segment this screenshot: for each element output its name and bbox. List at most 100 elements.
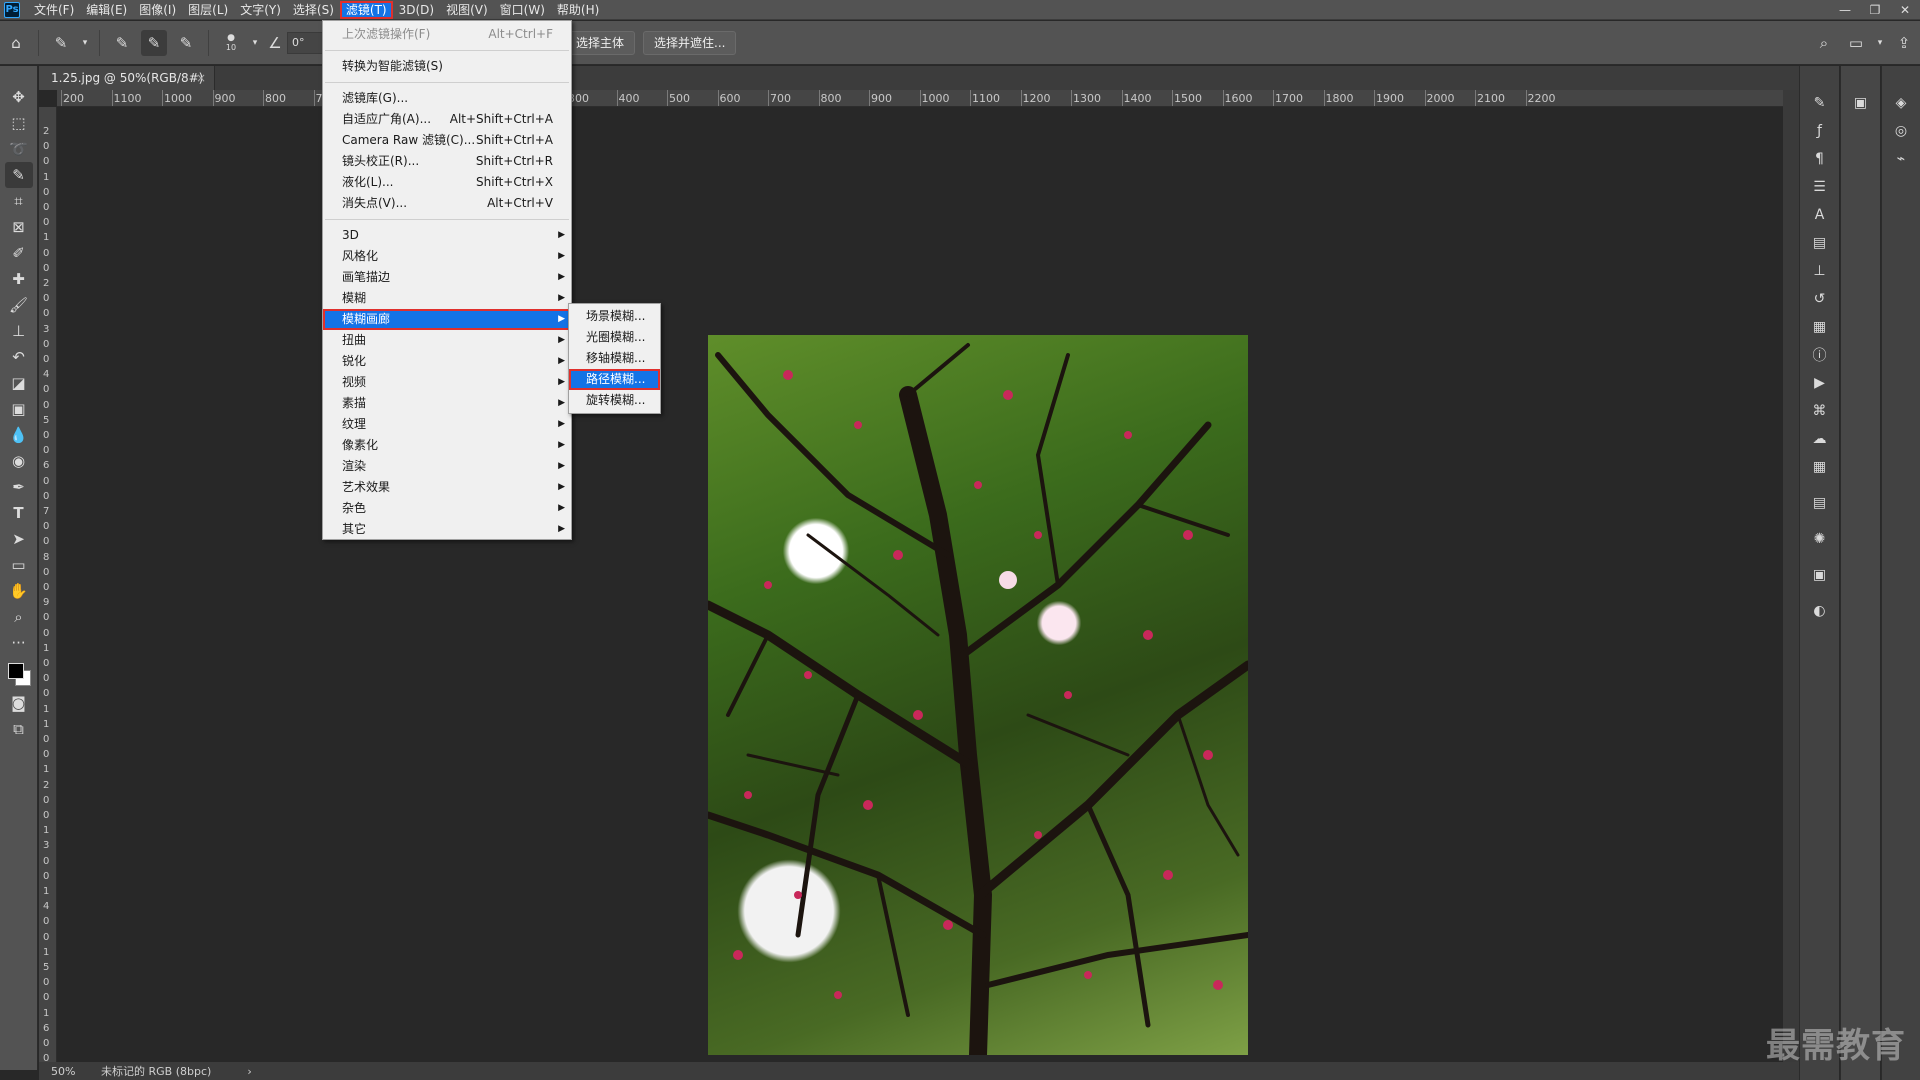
paragraph-icon[interactable]: ¶	[1807, 146, 1833, 172]
chevron-down-icon[interactable]: ▾	[1875, 30, 1885, 56]
pen-tool-icon[interactable]: ✒	[5, 474, 33, 500]
clone-source-icon[interactable]: ⊥	[1807, 258, 1833, 284]
glyphs-icon[interactable]: ▤	[1807, 230, 1833, 256]
menu-item-brush-strokes[interactable]: 画笔描边 ▶	[323, 267, 571, 288]
chevron-down-icon[interactable]: ▾	[80, 30, 90, 56]
hand-tool-icon[interactable]: ✋	[5, 578, 33, 604]
type-tool-icon[interactable]: T	[5, 500, 33, 526]
path-selection-tool-icon[interactable]: ➤	[5, 526, 33, 552]
menu-item-artistic[interactable]: 艺术效果 ▶	[323, 477, 571, 498]
brush-tool-icon[interactable]: 🖌	[5, 292, 33, 318]
close-tab-icon[interactable]: ×	[196, 66, 206, 90]
menu-item-video[interactable]: 视频 ▶	[323, 372, 571, 393]
gradient-tool-icon[interactable]: ▣	[5, 396, 33, 422]
menu-layer[interactable]: 图层(L)	[182, 1, 234, 19]
share-icon[interactable]: ⇪	[1891, 30, 1917, 56]
history-icon[interactable]: ↺	[1807, 286, 1833, 312]
info-icon[interactable]: ⓘ	[1807, 342, 1833, 368]
menu-3d[interactable]: 3D(D)	[393, 1, 440, 19]
menu-item-other[interactable]: 其它 ▶	[323, 519, 571, 540]
menu-item-distort[interactable]: 扭曲 ▶	[323, 330, 571, 351]
menu-item-vanishing-point[interactable]: 消失点(V)... Alt+Ctrl+V	[323, 193, 571, 214]
foreground-color[interactable]	[7, 663, 24, 679]
menu-view[interactable]: 视图(V)	[440, 1, 494, 19]
menu-item-spin-blur[interactable]: 旋转模糊...	[569, 390, 660, 411]
quick-mask-icon[interactable]: ◙	[5, 690, 33, 716]
rectangle-tool-icon[interactable]: ▭	[5, 552, 33, 578]
close-window-button[interactable]: ✕	[1890, 0, 1920, 20]
properties-icon[interactable]: ✺	[1807, 526, 1833, 552]
menu-item-texture[interactable]: 纹理 ▶	[323, 414, 571, 435]
zoom-tool-icon[interactable]: ⌕	[5, 604, 33, 630]
menu-item-filter-gallery[interactable]: 滤镜库(G)...	[323, 88, 571, 109]
menu-select[interactable]: 选择(S)	[287, 1, 340, 19]
menu-image[interactable]: 图像(I)	[133, 1, 182, 19]
search-icon[interactable]: ⌕	[1811, 30, 1837, 56]
screen-mode-icon[interactable]: ⧉	[5, 716, 33, 742]
select-and-mask-button[interactable]: 选择并遮住...	[643, 30, 737, 55]
menu-item-adaptive-wide-angle[interactable]: 自适应广角(A)... Alt+Shift+Ctrl+A	[323, 109, 571, 130]
menu-item-sharpen[interactable]: 锐化 ▶	[323, 351, 571, 372]
minimize-button[interactable]: —	[1830, 0, 1860, 20]
brush-size-picker[interactable]: ● 10	[218, 30, 244, 56]
swatches-grid-icon[interactable]: ▦	[1807, 454, 1833, 480]
dodge-tool-icon[interactable]: ◉	[5, 448, 33, 474]
menu-item-pixelate[interactable]: 像素化 ▶	[323, 435, 571, 456]
home-icon[interactable]: ⌂	[3, 30, 29, 56]
actions-icon[interactable]: ▶	[1807, 370, 1833, 396]
fx-icon[interactable]: ƒ	[1807, 118, 1833, 144]
brush-settings-icon[interactable]: ✎	[1807, 90, 1833, 116]
menu-item-path-blur[interactable]: 路径模糊...	[569, 369, 660, 390]
healing-brush-tool-icon[interactable]: ✚	[5, 266, 33, 292]
3d-icon[interactable]: ☁	[1807, 426, 1833, 452]
workspace-icon[interactable]: ▭	[1843, 30, 1869, 56]
eyedropper-tool-icon[interactable]: ✐	[5, 240, 33, 266]
clone-stamp-tool-icon[interactable]: ⊥	[5, 318, 33, 344]
subtract-from-selection-icon[interactable]: ✎	[173, 30, 199, 56]
notes-icon[interactable]: ▤	[1807, 490, 1833, 516]
menu-filter[interactable]: 滤镜(T)	[339, 0, 393, 19]
new-selection-icon[interactable]: ✎	[109, 30, 135, 56]
menu-item-render[interactable]: 渲染 ▶	[323, 456, 571, 477]
menu-item-lens-correction[interactable]: 镜头校正(R)... Shift+Ctrl+R	[323, 151, 571, 172]
menu-item-sketch[interactable]: 素描 ▶	[323, 393, 571, 414]
restore-button[interactable]: ❐	[1860, 0, 1890, 20]
status-menu-arrow[interactable]: ›	[247, 1065, 251, 1078]
chevron-down-icon[interactable]: ▾	[250, 30, 260, 56]
menu-item-3d[interactable]: 3D ▶	[323, 225, 571, 246]
quick-selection-preset-icon[interactable]: ✎	[48, 30, 74, 56]
color-wheel-icon[interactable]: ◐	[1807, 598, 1833, 624]
paths-icon[interactable]: ⌁	[1888, 146, 1914, 172]
libraries-icon[interactable]: ▦	[1807, 314, 1833, 340]
menu-item-convert-smart-filter[interactable]: 转换为智能滤镜(S)	[323, 56, 571, 77]
menu-item-stylize[interactable]: 风格化 ▶	[323, 246, 571, 267]
navigator-icon[interactable]: ▣	[1848, 90, 1874, 116]
crop-tool-icon[interactable]: ⌗	[5, 188, 33, 214]
zoom-level[interactable]: 50%	[39, 1065, 89, 1078]
vertical-scrollbar[interactable]	[1783, 90, 1799, 1062]
menu-window[interactable]: 窗口(W)	[494, 1, 551, 19]
move-tool-icon[interactable]: ✥	[5, 84, 33, 110]
color-swatches[interactable]	[5, 660, 33, 690]
more-tools-icon[interactable]: ···	[5, 630, 33, 656]
adjustments-icon[interactable]: ☰	[1807, 174, 1833, 200]
marquee-tool-icon[interactable]: ⬚	[5, 110, 33, 136]
lasso-tool-icon[interactable]: ➰	[5, 136, 33, 162]
canvas-area[interactable]	[57, 108, 1783, 1062]
menu-help[interactable]: 帮助(H)	[551, 1, 605, 19]
menu-item-field-blur[interactable]: 场景模糊...	[569, 306, 660, 327]
frame-tool-icon[interactable]: ⊠	[5, 214, 33, 240]
quick-selection-tool-icon[interactable]: ✎	[4, 162, 33, 188]
eraser-tool-icon[interactable]: ◪	[5, 370, 33, 396]
menu-type[interactable]: 文字(Y)	[234, 1, 287, 19]
menu-item-tilt-shift[interactable]: 移轴模糊...	[569, 348, 660, 369]
menu-item-blur-gallery[interactable]: 模糊画廊 ▶	[323, 309, 571, 330]
select-subject-button[interactable]: 选择主体	[565, 30, 636, 55]
document-tab[interactable]: 1.25.jpg @ 50%(RGB/8#) ×	[39, 66, 215, 90]
menu-item-noise[interactable]: 杂色 ▶	[323, 498, 571, 519]
menu-edit[interactable]: 编辑(E)	[80, 1, 133, 19]
measurement-icon[interactable]: ▣	[1807, 562, 1833, 588]
channels-icon[interactable]: ◎	[1888, 118, 1914, 144]
history-brush-tool-icon[interactable]: ↶	[5, 344, 33, 370]
timeline-icon[interactable]: ⌘	[1807, 398, 1833, 424]
